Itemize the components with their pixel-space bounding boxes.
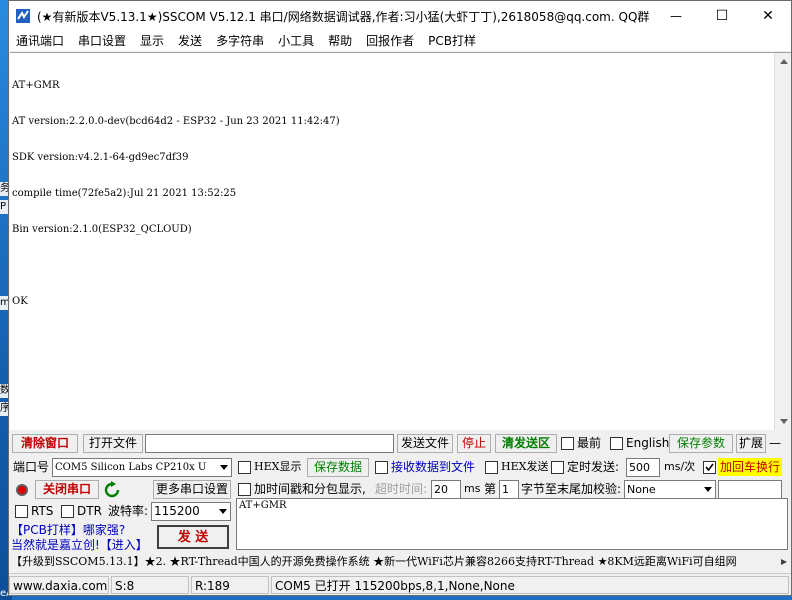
- hex-send-checkbox[interactable]: [485, 461, 498, 474]
- maximize-icon: ☐: [715, 8, 729, 24]
- recv-to-file-checkbox[interactable]: [375, 461, 388, 474]
- menu-serial-settings[interactable]: 串口设置: [71, 31, 133, 51]
- checksum-label: 字节至末尾加校验:: [521, 482, 622, 496]
- refresh-icon[interactable]: [103, 481, 121, 499]
- terminal-line: SDK version:v4.2.1-64-gd9ec7df39: [12, 152, 189, 163]
- scroll-down-icon[interactable]: [775, 413, 791, 430]
- terminal-line: AT+GMR: [12, 80, 60, 91]
- frame-input[interactable]: 1: [499, 480, 519, 499]
- port-row: 端口号 COM5 Silicon Labs CP210x U HEX显示 保存数…: [9, 457, 791, 479]
- port-label: 端口号: [13, 460, 50, 474]
- menu-display[interactable]: 显示: [133, 31, 171, 51]
- title-bar[interactable]: (★有新版本V5.13.1★)SSCOM V5.12.1 串口/网络数据调试器,…: [9, 1, 791, 31]
- vertical-scrollbar[interactable]: [774, 53, 791, 430]
- close-port-button[interactable]: 关闭串口: [35, 480, 99, 499]
- timed-send-label: 定时发送:: [567, 460, 620, 474]
- scroll-up-icon[interactable]: [775, 53, 791, 70]
- chevron-down-icon[interactable]: [215, 503, 230, 520]
- ticker-arrow-icon[interactable]: [779, 555, 791, 569]
- save-params-button[interactable]: 保存参数: [669, 434, 733, 453]
- terminal-line: OK: [12, 296, 28, 307]
- collapse-button[interactable]: —: [769, 434, 781, 452]
- send-file-button[interactable]: 发送文件: [397, 434, 453, 453]
- terminal-line: compile time(72fe5a2):Jul 21 2021 13:52:…: [12, 188, 237, 199]
- terminal-line: AT version:2.2.0.0-dev(bcd64d2 - ESP32 -…: [12, 116, 340, 127]
- menu-pcb[interactable]: PCB打样: [421, 31, 483, 51]
- rts-label: RTS: [31, 504, 54, 518]
- more-settings-button[interactable]: 更多串口设置: [153, 480, 231, 499]
- status-received-count: R:189: [191, 576, 269, 594]
- checksum-select[interactable]: None: [624, 480, 716, 499]
- frame-prefix: 第: [484, 482, 497, 496]
- status-bar: www.daxia.com S:8 R:189 COM5 已打开 115200b…: [9, 573, 791, 595]
- stop-button[interactable]: 停止: [457, 434, 491, 453]
- status-port-info: COM5 已打开 115200bps,8,1,None,None: [271, 576, 789, 594]
- append-crlf-label: 加回车换行: [718, 458, 783, 476]
- append-crlf-checkbox[interactable]: [703, 461, 716, 474]
- port-status-icon: [15, 483, 29, 497]
- interval-unit: ms/次: [664, 460, 696, 473]
- timestamp-checkbox[interactable]: [238, 483, 251, 496]
- chevron-down-icon[interactable]: [216, 459, 231, 476]
- send-input[interactable]: AT+GMR: [236, 498, 788, 550]
- minimize-icon: —: [670, 9, 682, 23]
- menu-comm-port[interactable]: 通讯端口: [9, 31, 71, 51]
- clear-send-button[interactable]: 清发送区: [495, 434, 557, 453]
- close-button[interactable]: ✕: [745, 1, 791, 31]
- file-path-input[interactable]: [145, 434, 394, 453]
- open-file-button[interactable]: 打开文件: [83, 434, 143, 453]
- menu-multi-string[interactable]: 多字符串: [209, 31, 271, 51]
- minimize-button[interactable]: —: [653, 1, 699, 31]
- terminal-line: Bin version:2.1.0(ESP32_QCLOUD): [12, 224, 192, 235]
- english-checkbox[interactable]: [610, 437, 623, 450]
- save-data-button[interactable]: 保存数据: [307, 458, 369, 477]
- timed-send-checkbox[interactable]: [551, 461, 564, 474]
- status-website[interactable]: www.daxia.com: [9, 576, 109, 594]
- topmost-label: 最前: [577, 436, 602, 450]
- send-button[interactable]: 发 送: [157, 525, 229, 549]
- window-title: (★有新版本V5.13.1★)SSCOM V5.12.1 串口/网络数据调试器,…: [37, 9, 649, 24]
- chevron-down-icon[interactable]: [700, 481, 715, 498]
- checksum-value: None: [627, 483, 656, 496]
- timeout-input[interactable]: 20: [431, 480, 461, 499]
- file-toolbar: 清除窗口 打开文件 发送文件 停止 清发送区 最前 English 保存参数 扩…: [9, 433, 791, 455]
- checksum-result-field: [718, 480, 782, 499]
- english-label: English: [626, 436, 670, 450]
- menu-help[interactable]: 帮助: [321, 31, 359, 51]
- timestamp-label: 加时间戳和分包显示,: [254, 482, 366, 496]
- baud-value: 115200: [154, 504, 200, 518]
- port-select[interactable]: COM5 Silicon Labs CP210x U: [52, 458, 232, 477]
- hex-send-label: HEX发送: [501, 460, 549, 473]
- baud-label: 波特率:: [108, 504, 149, 518]
- clear-window-button[interactable]: 清除窗口: [12, 434, 78, 453]
- close-icon: ✕: [762, 8, 774, 24]
- rts-checkbox[interactable]: [15, 505, 28, 518]
- dtr-label: DTR: [77, 504, 102, 518]
- sscom-window: (★有新版本V5.13.1★)SSCOM V5.12.1 串口/网络数据调试器,…: [8, 0, 792, 596]
- timeout-label: 超时时间:: [375, 482, 428, 496]
- expand-button[interactable]: 扩展: [736, 434, 766, 453]
- menu-tools[interactable]: 小工具: [271, 31, 321, 51]
- port-value: COM5 Silicon Labs CP210x U: [55, 462, 207, 473]
- status-sent-count: S:8: [111, 576, 189, 594]
- baud-select[interactable]: 115200: [151, 502, 231, 521]
- menu-feedback[interactable]: 回报作者: [359, 31, 421, 51]
- menu-send[interactable]: 发送: [171, 31, 209, 51]
- hex-display-checkbox[interactable]: [238, 461, 251, 474]
- dtr-checkbox[interactable]: [61, 505, 74, 518]
- receive-area[interactable]: AT+GMR AT version:2.2.0.0-dev(bcd64d2 - …: [10, 52, 791, 430]
- timeout-unit: ms: [464, 482, 481, 495]
- topmost-checkbox[interactable]: [561, 437, 574, 450]
- menu-bar: 通讯端口 串口设置 显示 发送 多字符串 小工具 帮助 回报作者 PCB打样: [9, 31, 791, 51]
- hex-display-label: HEX显示: [254, 460, 302, 473]
- recv-to-file-label: 接收数据到文件: [391, 460, 476, 474]
- interval-input[interactable]: 500: [626, 458, 660, 477]
- maximize-button[interactable]: ☐: [699, 1, 745, 31]
- app-icon: [15, 8, 31, 24]
- news-ticker[interactable]: 【升级到SSCOM5.13.1】★2. ★RT-Thread中国人的开源免费操作…: [9, 552, 779, 572]
